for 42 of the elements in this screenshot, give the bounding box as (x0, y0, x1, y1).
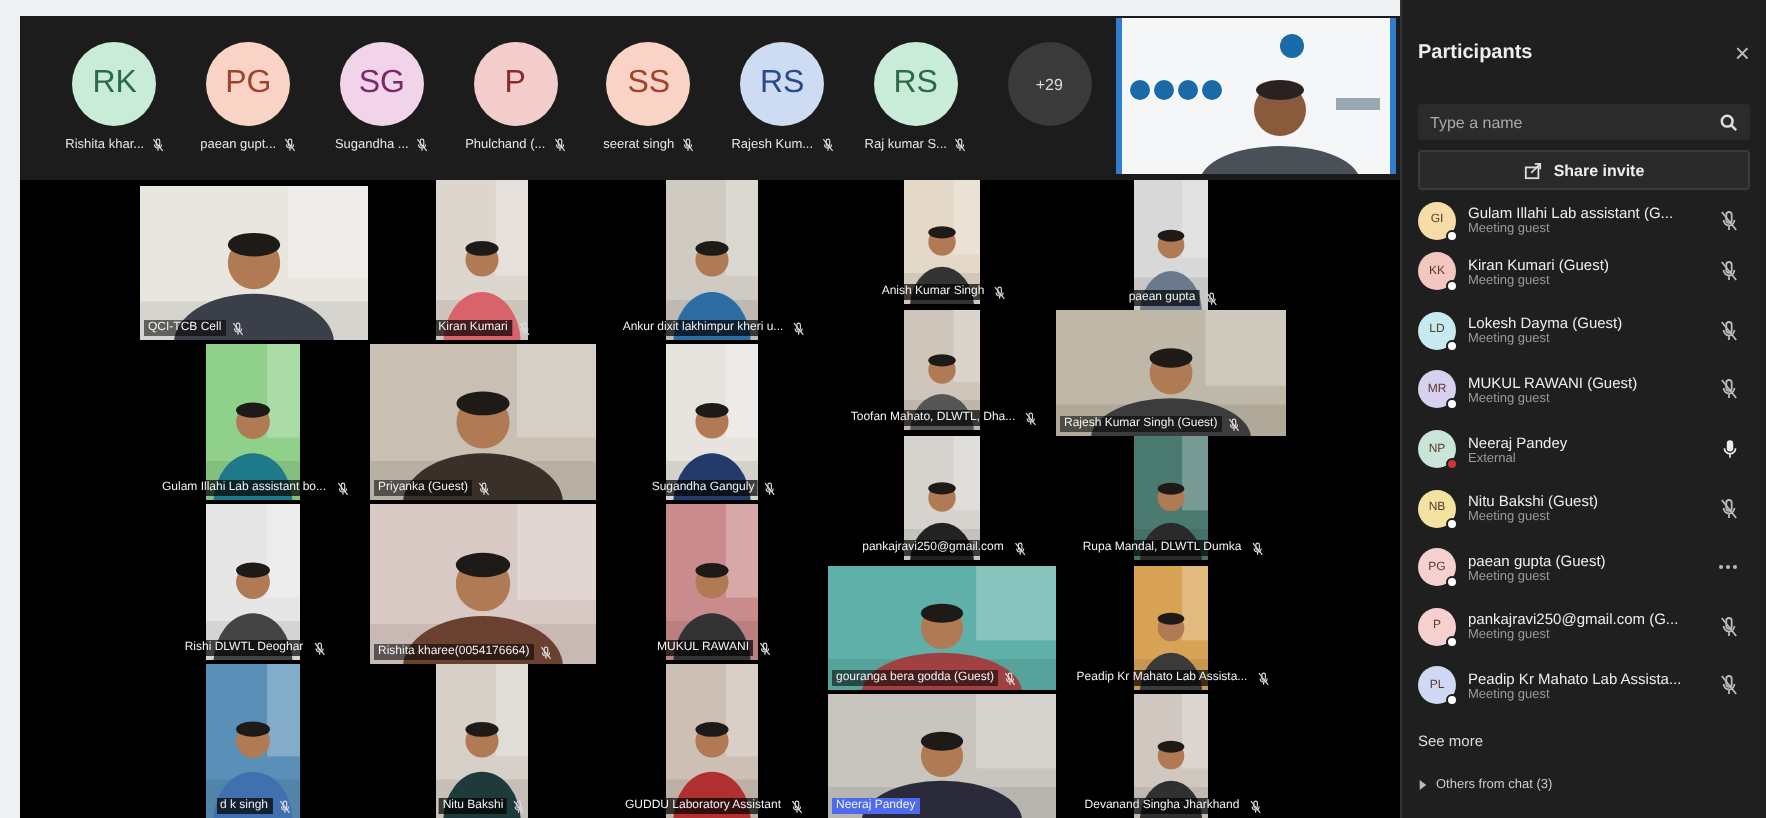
mic-off-icon (821, 138, 834, 152)
mic-off-icon (1205, 291, 1218, 305)
search-field[interactable]: Type a name (1418, 104, 1750, 140)
mic-off-icon (1013, 541, 1026, 555)
mic-off-icon (791, 799, 804, 813)
share-icon (1523, 161, 1542, 179)
mic-off-icon (553, 138, 566, 152)
mic-off-icon (1004, 671, 1017, 685)
avatar: PG (206, 42, 291, 126)
mic-off-icon (517, 321, 530, 335)
mic-off-icon (278, 799, 290, 813)
mic-off-icon (513, 799, 526, 813)
mic-off-icon (682, 138, 695, 152)
avatar: SS (606, 42, 691, 126)
mic-off-icon (764, 481, 777, 495)
share-invite-button[interactable]: Share invite (1418, 150, 1750, 190)
mic-off-icon (231, 321, 244, 335)
more-icon[interactable] (1718, 564, 1738, 571)
mic-off-icon (994, 285, 1007, 299)
avatar: RS (740, 42, 825, 126)
avatar: RS (873, 42, 958, 126)
panel-title: Participants (1418, 41, 1533, 63)
avatar: RK (72, 42, 157, 126)
mic-off-icon (336, 481, 349, 495)
search-icon (1720, 113, 1738, 131)
mic-off-icon (313, 641, 326, 655)
mic-off-icon (1025, 411, 1038, 425)
mic-off-icon (478, 481, 491, 495)
mic-off-icon (152, 138, 165, 152)
mic-off-icon (759, 641, 771, 655)
mic-off-icon (1249, 799, 1262, 813)
mic-off-icon (416, 138, 429, 152)
mic-off-icon (284, 138, 297, 152)
mic-off-icon (1251, 541, 1264, 555)
mic-off-icon (954, 138, 967, 152)
overflow-count[interactable]: +29 (1007, 42, 1092, 126)
avatar: SG (339, 42, 424, 126)
caret-icon (1418, 779, 1428, 790)
mic-off-icon (1257, 671, 1270, 685)
close-button[interactable]: × (1734, 37, 1750, 67)
avatar: P (473, 42, 558, 126)
mic-off-icon (793, 321, 806, 335)
